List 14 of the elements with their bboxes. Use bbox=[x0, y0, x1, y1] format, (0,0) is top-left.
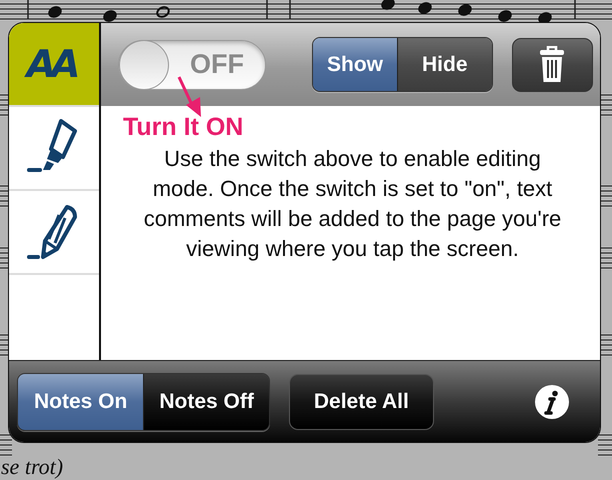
segment-button[interactable]: Notes Off bbox=[143, 374, 269, 430]
editing-switch[interactable]: OFF bbox=[118, 40, 266, 90]
page-caption: se trot) bbox=[1, 454, 64, 480]
segment-button[interactable]: Show bbox=[313, 38, 397, 91]
info-icon[interactable] bbox=[534, 384, 570, 420]
trash-button[interactable] bbox=[512, 38, 593, 92]
segment-button[interactable]: Hide bbox=[397, 38, 492, 91]
annotation-label: Turn It ON bbox=[123, 112, 244, 142]
instructions-text: Use the switch above to enable editing mode. Once the switch is set to "on", text comments will be added to the page you're viewing where you tap the screen. bbox=[142, 145, 562, 263]
delete-all-button[interactable]: Delete All bbox=[288, 374, 434, 430]
tool-tab[interactable]: AA bbox=[9, 23, 99, 107]
segment-button[interactable]: Notes On bbox=[18, 374, 144, 430]
font-icon: AA bbox=[26, 42, 82, 86]
trash-icon bbox=[539, 46, 566, 84]
